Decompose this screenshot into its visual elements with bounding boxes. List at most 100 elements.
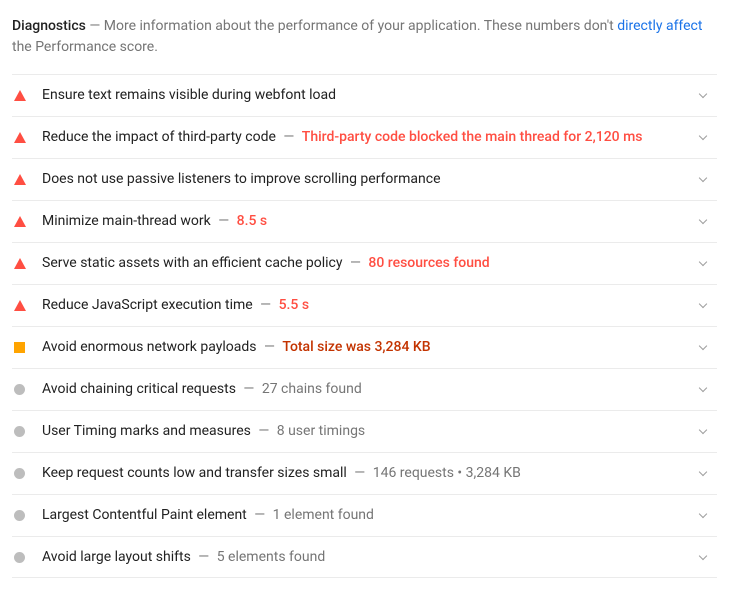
audit-title: Ensure text remains visible during webfo… <box>42 87 336 103</box>
audit-detail: 1 element found <box>273 507 374 523</box>
audit-icon-cell <box>12 258 42 269</box>
audit-row[interactable]: Serve static assets with an efficient ca… <box>12 242 717 284</box>
audit-separator: — <box>191 549 217 565</box>
audit-text: Minimize main-thread work — 8.5 s <box>42 211 693 231</box>
chevron-down-icon <box>699 342 707 350</box>
audit-text: Reduce the impact of third-party code — … <box>42 127 693 147</box>
audit-row[interactable]: Avoid large layout shifts — 5 elements f… <box>12 536 717 578</box>
expand-toggle[interactable] <box>693 94 713 97</box>
audit-text: Keep request counts low and transfer siz… <box>42 463 693 483</box>
audit-icon-cell <box>12 216 42 227</box>
expand-toggle[interactable] <box>693 346 713 349</box>
audit-title: Serve static assets with an efficient ca… <box>42 255 342 271</box>
chevron-down-icon <box>699 384 707 392</box>
audit-icon-cell <box>12 468 42 479</box>
info-circle-icon <box>14 510 25 521</box>
chevron-down-icon <box>699 132 707 140</box>
audit-icon-cell <box>12 300 42 311</box>
audit-separator: — <box>253 297 279 313</box>
audit-text: Avoid large layout shifts — 5 elements f… <box>42 547 693 567</box>
expand-toggle[interactable] <box>693 388 713 391</box>
audit-text: Avoid chaining critical requests — 27 ch… <box>42 379 693 399</box>
expand-toggle[interactable] <box>693 136 713 139</box>
chevron-down-icon <box>699 258 707 266</box>
audit-title: Reduce the impact of third-party code <box>42 129 276 145</box>
audit-separator: — <box>247 507 273 523</box>
audit-title: Does not use passive listeners to improv… <box>42 171 441 187</box>
fail-triangle-icon <box>14 132 26 143</box>
audit-row[interactable]: Does not use passive listeners to improv… <box>12 158 717 200</box>
expand-toggle[interactable] <box>693 556 713 559</box>
expand-toggle[interactable] <box>693 220 713 223</box>
audit-detail: 8 user timings <box>277 423 365 439</box>
audit-separator: — <box>211 213 237 229</box>
chevron-down-icon <box>699 90 707 98</box>
audit-icon-cell <box>12 342 42 353</box>
section-description-tail: the Performance score. <box>12 39 158 55</box>
audit-row[interactable]: Reduce JavaScript execution time — 5.5 s <box>12 284 717 326</box>
audit-icon-cell <box>12 384 42 395</box>
audit-row[interactable]: Minimize main-thread work — 8.5 s <box>12 200 717 242</box>
audit-detail: 8.5 s <box>237 213 268 229</box>
section-sep: — <box>86 18 104 34</box>
audit-text: User Timing marks and measures — 8 user … <box>42 421 693 441</box>
audit-detail: Third-party code blocked the main thread… <box>302 129 643 145</box>
expand-toggle[interactable] <box>693 472 713 475</box>
audit-separator: — <box>251 423 277 439</box>
directly-affect-link[interactable]: directly affect <box>617 18 702 34</box>
expand-toggle[interactable] <box>693 430 713 433</box>
audit-icon-cell <box>12 510 42 521</box>
section-description: More information about the performance o… <box>104 18 617 34</box>
audit-text: Avoid enormous network payloads — Total … <box>42 337 693 357</box>
audit-icon-cell <box>12 426 42 437</box>
audit-detail: 5.5 s <box>279 297 310 313</box>
audit-row[interactable]: Avoid chaining critical requests — 27 ch… <box>12 368 717 410</box>
audit-separator: — <box>347 465 373 481</box>
audit-detail: 5 elements found <box>217 549 326 565</box>
audit-text: Does not use passive listeners to improv… <box>42 169 693 189</box>
audit-row[interactable]: Ensure text remains visible during webfo… <box>12 74 717 116</box>
audit-icon-cell <box>12 552 42 563</box>
chevron-down-icon <box>699 426 707 434</box>
audit-detail: 27 chains found <box>262 381 362 397</box>
chevron-down-icon <box>699 300 707 308</box>
audit-list: Ensure text remains visible during webfo… <box>12 74 717 578</box>
audit-title: Largest Contentful Paint element <box>42 507 247 523</box>
fail-triangle-icon <box>14 258 26 269</box>
audit-row[interactable]: User Timing marks and measures — 8 user … <box>12 410 717 452</box>
info-circle-icon <box>14 552 25 563</box>
audit-title: Keep request counts low and transfer siz… <box>42 465 347 481</box>
audit-title: Avoid chaining critical requests <box>42 381 236 397</box>
warn-square-icon <box>14 342 25 353</box>
expand-toggle[interactable] <box>693 304 713 307</box>
audit-row[interactable]: Avoid enormous network payloads — Total … <box>12 326 717 368</box>
info-circle-icon <box>14 384 25 395</box>
fail-triangle-icon <box>14 90 26 101</box>
chevron-down-icon <box>699 510 707 518</box>
audit-icon-cell <box>12 174 42 185</box>
audit-title: Avoid large layout shifts <box>42 549 191 565</box>
audit-detail: 80 resources found <box>368 255 489 271</box>
audit-text: Ensure text remains visible during webfo… <box>42 85 693 105</box>
audit-icon-cell <box>12 90 42 101</box>
chevron-down-icon <box>699 468 707 476</box>
diagnostics-header: Diagnostics — More information about the… <box>12 8 717 74</box>
audit-icon-cell <box>12 132 42 143</box>
audit-detail: 146 requests • 3,284 KB <box>373 465 521 481</box>
expand-toggle[interactable] <box>693 178 713 181</box>
expand-toggle[interactable] <box>693 514 713 517</box>
audit-row[interactable]: Keep request counts low and transfer siz… <box>12 452 717 494</box>
expand-toggle[interactable] <box>693 262 713 265</box>
audit-text: Serve static assets with an efficient ca… <box>42 253 693 273</box>
audit-separator: — <box>256 339 282 355</box>
audit-detail: Total size was 3,284 KB <box>282 339 430 355</box>
section-title: Diagnostics <box>12 18 86 34</box>
info-circle-icon <box>14 468 25 479</box>
audit-title: User Timing marks and measures <box>42 423 251 439</box>
info-circle-icon <box>14 426 25 437</box>
audit-separator: — <box>342 255 368 271</box>
chevron-down-icon <box>699 174 707 182</box>
fail-triangle-icon <box>14 174 26 185</box>
audit-row[interactable]: Largest Contentful Paint element — 1 ele… <box>12 494 717 536</box>
audit-row[interactable]: Reduce the impact of third-party code — … <box>12 116 717 158</box>
